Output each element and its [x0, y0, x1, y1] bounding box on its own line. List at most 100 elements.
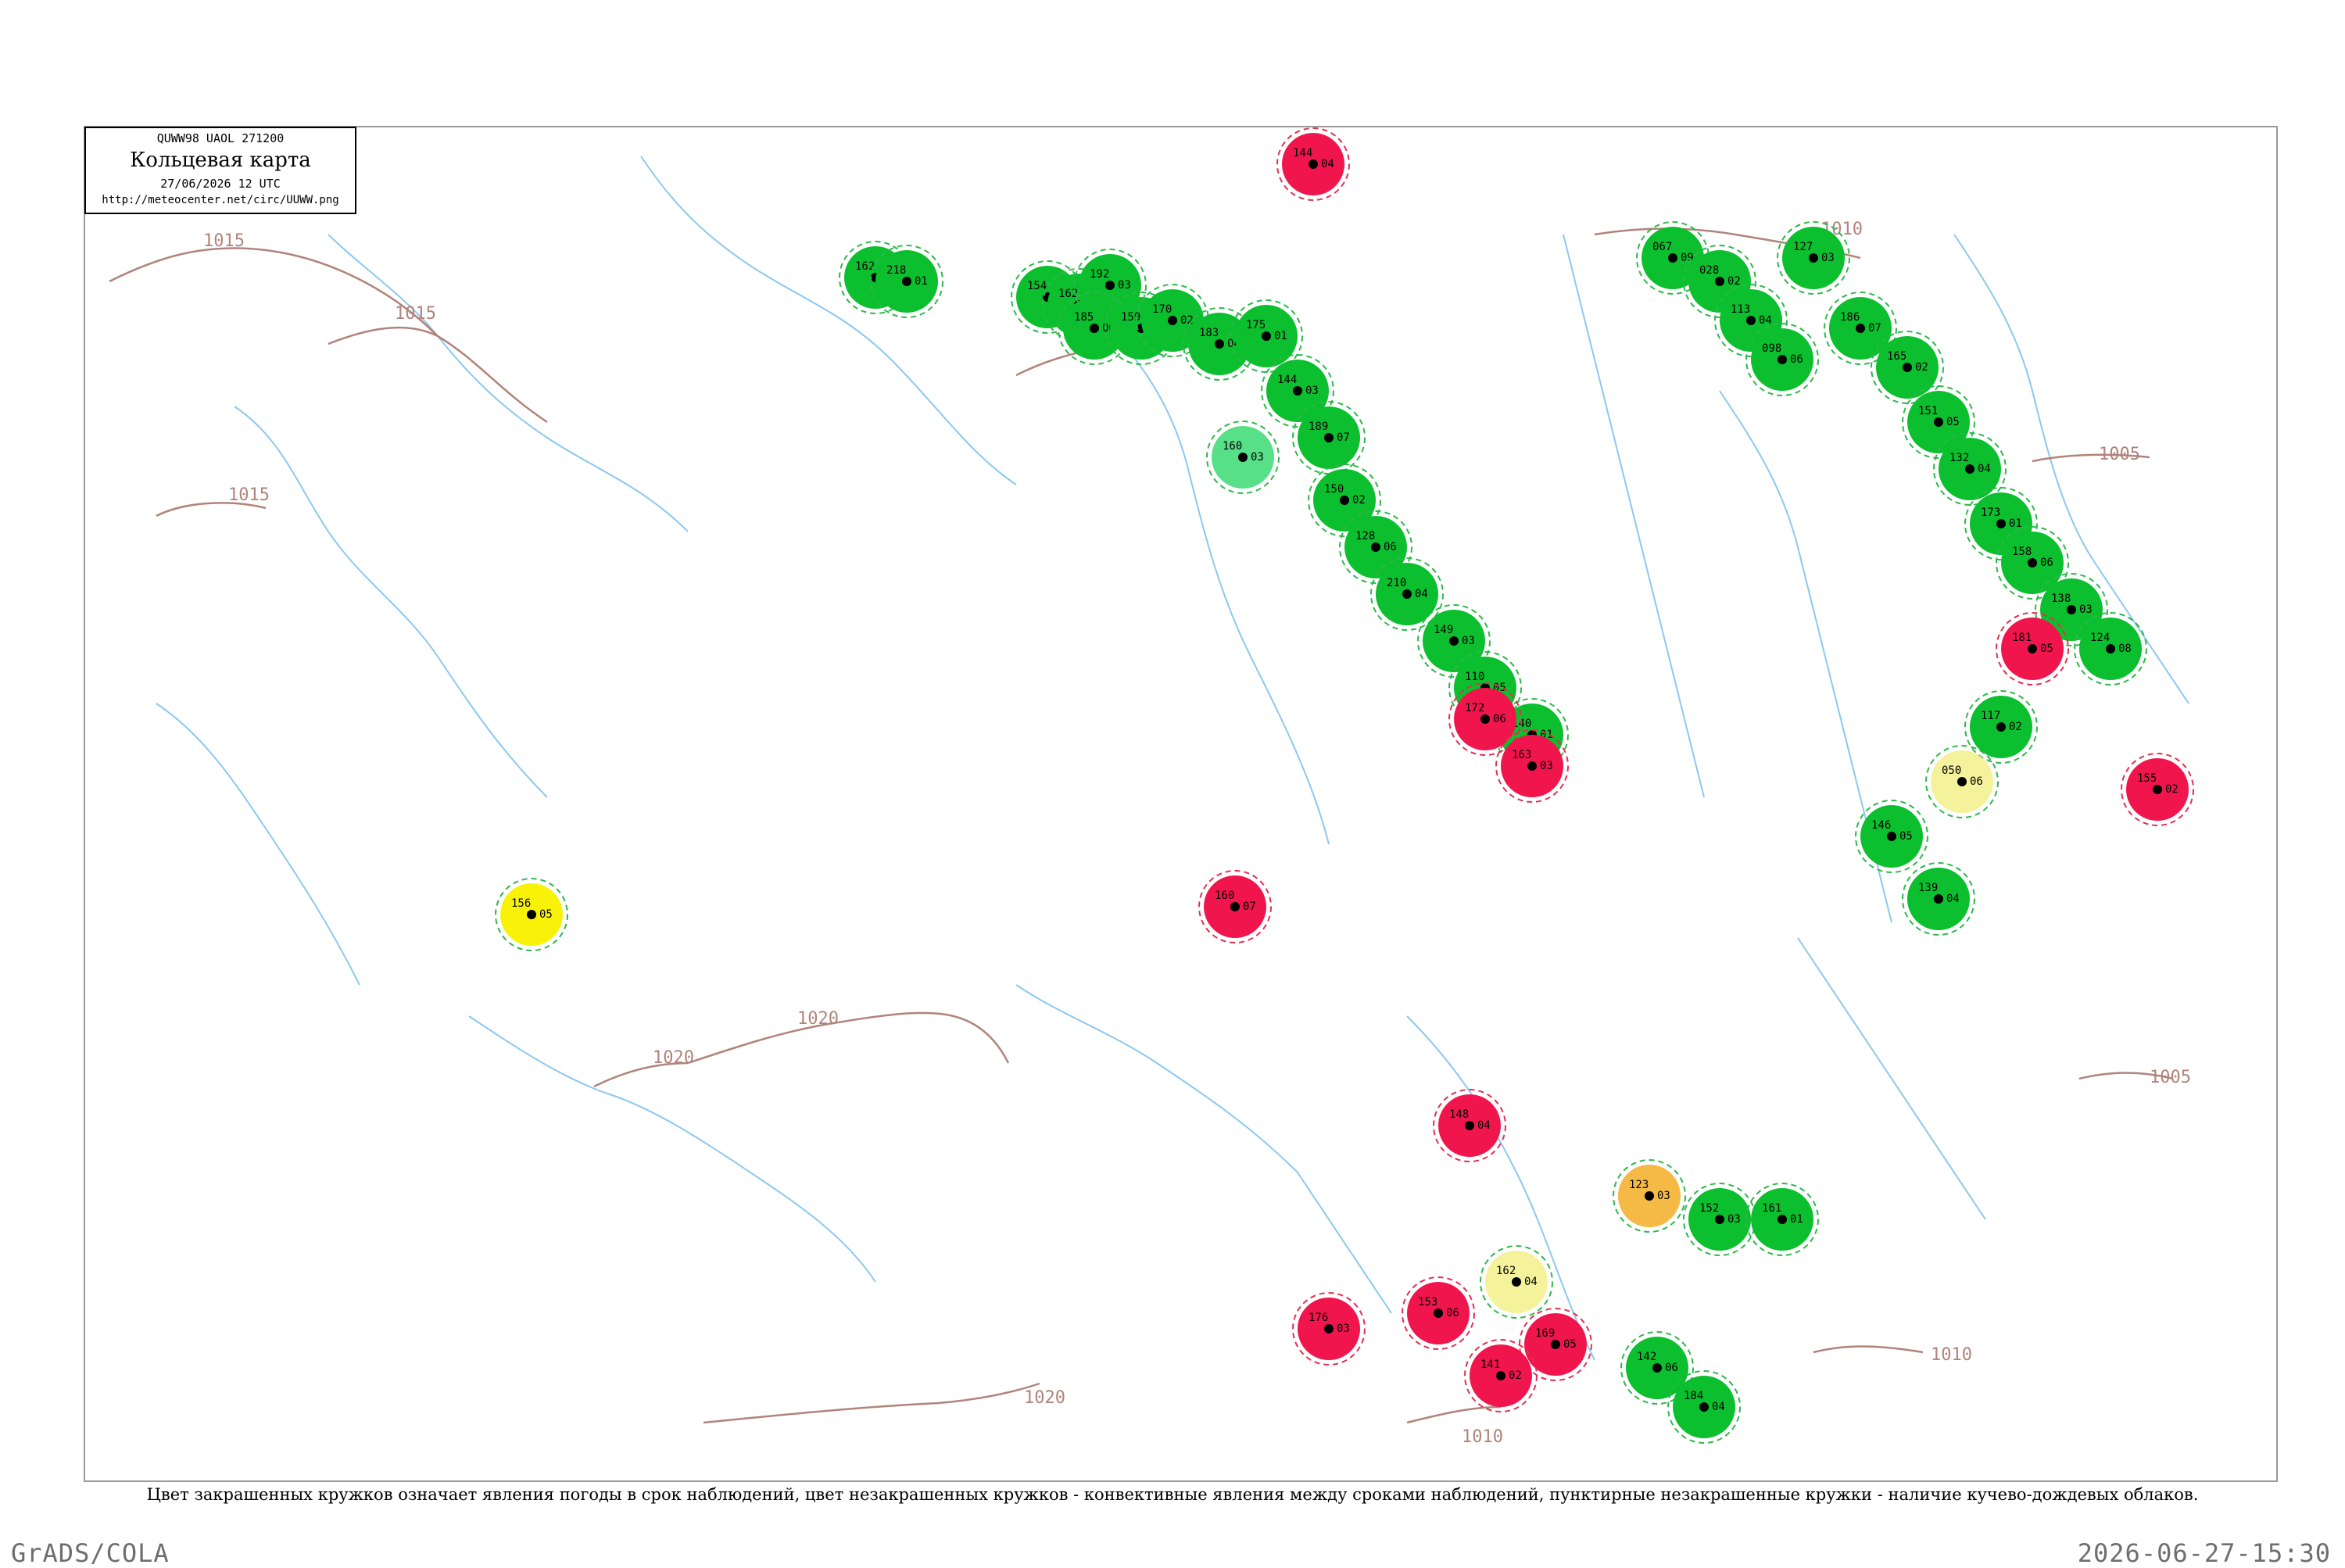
- station-pressure: 04: [1415, 588, 1428, 600]
- station-temperature: 154: [1027, 280, 1047, 292]
- weather-station: 160 03: [1206, 421, 1280, 494]
- station-temperature: 128: [1355, 530, 1375, 542]
- station-dot: [1230, 902, 1240, 911]
- station-temperature: 163: [1512, 749, 1531, 761]
- station-dot: [1715, 1215, 1724, 1224]
- station-dot: [1551, 1340, 1560, 1349]
- station-dot: [1262, 331, 1271, 341]
- map-caption: Цвет закрашенных кружков означает явлени…: [146, 1485, 2199, 1504]
- station-pressure: 04: [1524, 1276, 1538, 1288]
- station-pressure: 07: [1243, 900, 1256, 913]
- station-pressure: 02: [1509, 1369, 1522, 1382]
- station-temperature: 184: [1684, 1390, 1703, 1402]
- station-dot: [1645, 1191, 1654, 1201]
- station-pressure: 03: [1118, 279, 1131, 292]
- station-pressure: 06: [1493, 713, 1506, 725]
- station-temperature: 144: [1293, 147, 1312, 159]
- station-temperature: 139: [1918, 882, 1938, 894]
- station-dot: [2106, 644, 2115, 653]
- station-temperature: 165: [1887, 350, 1906, 363]
- station-dot: [527, 910, 536, 919]
- bulletin-code: QUWW98 UAOL 271200: [156, 131, 285, 145]
- station-pressure: 05: [1563, 1338, 1577, 1351]
- station-temperature: 161: [1762, 1202, 1781, 1215]
- station-dot: [1090, 324, 1099, 333]
- station-pressure: 02: [1352, 494, 1366, 507]
- isobar-label: 1015: [395, 304, 436, 324]
- weather-station: 156 05: [495, 878, 568, 951]
- station-dot: [902, 277, 911, 286]
- weather-station: 127 03: [1777, 221, 1850, 295]
- station-dot: [1778, 355, 1787, 364]
- station-temperature: 123: [1629, 1179, 1649, 1191]
- station-pressure: 03: [1462, 635, 1475, 647]
- station-temperature: 172: [1465, 702, 1484, 714]
- station-temperature: 186: [1840, 311, 1860, 324]
- station-temperature: 117: [1981, 710, 2000, 722]
- station-temperature: 028: [1699, 264, 1719, 277]
- station-pressure: 01: [1274, 330, 1287, 342]
- station-pressure: 06: [1790, 353, 1803, 366]
- station-temperature: 113: [1731, 303, 1750, 316]
- station-pressure: 06: [2040, 557, 2053, 569]
- station-dot: [1652, 1363, 1662, 1373]
- station-temperature: 151: [1918, 405, 1938, 417]
- station-pressure: 03: [1251, 451, 1264, 464]
- station-pressure: 03: [2079, 603, 2093, 616]
- weather-station: 155 02: [2121, 753, 2194, 826]
- station-dot: [1371, 542, 1380, 552]
- weather-station: 124 08: [2074, 612, 2147, 686]
- weather-station: 176 03: [1292, 1292, 1366, 1366]
- weather-station: 141 02: [1464, 1339, 1538, 1412]
- isobar-label: 1010: [1931, 1345, 1972, 1365]
- station-temperature: 181: [2012, 632, 2032, 644]
- station-temperature: 153: [1418, 1296, 1437, 1308]
- station-pressure: 07: [1868, 322, 1881, 335]
- station-temperature: 159: [1121, 311, 1140, 324]
- station-pressure: 02: [2165, 783, 2179, 796]
- station-temperature: 189: [1309, 421, 1328, 433]
- station-dot: [1965, 464, 1974, 474]
- station-pressure: 06: [1384, 541, 1397, 553]
- station-dot: [2153, 785, 2162, 794]
- station-temperature: 169: [1535, 1327, 1555, 1340]
- station-pressure: 03: [1337, 1323, 1350, 1335]
- station-temperature: 138: [2051, 592, 2071, 605]
- station-temperature: 144: [1277, 374, 1297, 386]
- station-dot: [1746, 316, 1756, 325]
- station-pressure: 01: [915, 275, 928, 288]
- map-title: Кольцевая карта: [130, 149, 311, 172]
- station-temperature: 148: [1449, 1108, 1469, 1121]
- station-dot: [1715, 277, 1724, 286]
- station-pressure: 02: [2009, 721, 2022, 733]
- weather-station: 144 04: [1276, 127, 1350, 201]
- station-pressure: 02: [1727, 275, 1741, 288]
- station-temperature: 155: [2137, 772, 2157, 785]
- station-dot: [2028, 558, 2037, 567]
- isobar-label: 1010: [1462, 1427, 1503, 1447]
- weather-station: 148 04: [1433, 1089, 1506, 1162]
- station-temperature: 152: [1699, 1202, 1719, 1215]
- weather-station: 163 03: [1495, 729, 1569, 803]
- station-temperature: 141: [1480, 1359, 1500, 1371]
- station-dot: [1996, 519, 2006, 528]
- station-dot: [1105, 281, 1115, 290]
- station-temperature: 050: [1942, 764, 1961, 777]
- weather-station: 123 03: [1613, 1159, 1686, 1233]
- station-temperature: 170: [1152, 303, 1172, 316]
- station-pressure: 03: [1821, 252, 1835, 264]
- station-dot: [1957, 777, 1967, 786]
- station-pressure: 05: [1946, 416, 1960, 428]
- station-pressure: 05: [1899, 830, 1913, 843]
- station-pressure: 02: [1180, 314, 1194, 327]
- station-temperature: 156: [511, 897, 531, 910]
- station-dot: [1324, 1324, 1334, 1334]
- station-pressure: 08: [2118, 643, 2132, 655]
- isobar-label: 1020: [653, 1048, 694, 1068]
- weather-station: 152 03: [1683, 1183, 1756, 1256]
- weather-station: 050 06: [1925, 745, 1999, 818]
- station-temperature: 067: [1652, 241, 1672, 253]
- station-pressure: 04: [1321, 158, 1334, 170]
- station-pressure: 07: [1337, 431, 1350, 444]
- weather-station: 161 01: [1745, 1183, 1819, 1256]
